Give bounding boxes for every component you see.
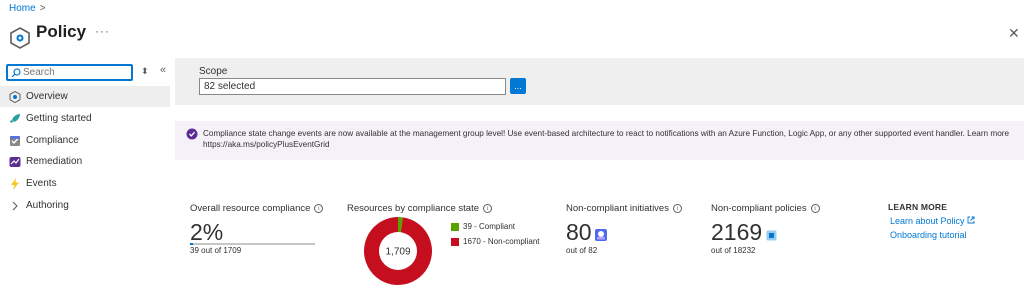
policy-overview-icon	[9, 90, 21, 103]
remediation-icon	[9, 156, 21, 168]
legend-label: 1670 - Non-compliant	[463, 237, 540, 246]
sidebar-search[interactable]	[6, 64, 133, 81]
donut-center-label: 1,709	[385, 247, 410, 258]
compliance-donut-chart[interactable]: 1,709	[363, 216, 433, 286]
lightning-icon	[9, 177, 21, 190]
legend-label: 39 - Compliant	[463, 222, 516, 231]
sidebar-item-label: Remediation	[26, 156, 83, 167]
sidebar-item-authoring[interactable]: Authoring	[0, 195, 170, 216]
legend-swatch	[451, 237, 459, 246]
legend-non-compliant[interactable]: 1670 - Non-compliant	[451, 237, 539, 246]
sidebar-item-compliance[interactable]: Compliance	[0, 130, 170, 151]
event-info-icon	[186, 128, 198, 140]
policies-title: Non-compliant policies i	[711, 203, 820, 214]
close-button[interactable]: ✕	[1008, 25, 1020, 42]
initiatives-title: Non-compliant initiatives i	[566, 203, 682, 214]
policies-value[interactable]: 2169	[711, 219, 762, 246]
sidebar-item-label: Authoring	[26, 200, 69, 211]
sidebar-item-label: Getting started	[26, 113, 92, 124]
scope-label: Scope	[199, 66, 228, 77]
breadcrumb: Home >	[9, 3, 46, 14]
rocket-icon	[9, 113, 21, 125]
collapse-sidebar-icon[interactable]: «	[160, 64, 166, 76]
overall-compliance-sub: 39 out of 1709	[190, 246, 242, 255]
scope-field[interactable]: 82 selected	[199, 78, 506, 95]
chevron-right-icon	[9, 200, 21, 212]
metric-title-text: Resources by compliance state	[347, 203, 480, 214]
sidebar-item-remediation[interactable]: Remediation	[0, 151, 170, 172]
compliance-state-title: Resources by compliance state i	[347, 203, 493, 214]
learn-about-policy-link[interactable]: Learn about Policy	[890, 216, 975, 226]
initiatives-value[interactable]: 80	[566, 219, 592, 246]
metric-title-text: Overall resource compliance	[190, 203, 311, 214]
initiative-icon	[595, 229, 607, 241]
sort-toggle-icon[interactable]: ⬍	[141, 66, 149, 77]
breadcrumb-separator: >	[39, 3, 46, 14]
learn-more-heading: LEARN MORE	[888, 202, 948, 212]
compliance-progress-fill	[190, 243, 193, 245]
scope-picker-button[interactable]: ...	[510, 78, 526, 94]
onboarding-tutorial-link[interactable]: Onboarding tutorial	[890, 230, 967, 240]
sidebar-item-overview[interactable]: Overview	[0, 86, 170, 107]
breadcrumb-home-link[interactable]: Home	[9, 3, 36, 14]
info-icon[interactable]: i	[672, 204, 682, 213]
sidebar-item-label: Compliance	[26, 135, 79, 146]
policy-definition-icon	[766, 230, 777, 241]
metric-title-text: Non-compliant initiatives	[566, 203, 669, 214]
overall-compliance-title: Overall resource compliance i	[190, 203, 324, 214]
search-icon	[11, 67, 21, 77]
policies-sub: out of 18232	[711, 246, 756, 255]
search-input[interactable]	[23, 67, 123, 78]
link-text[interactable]: Learn about Policy	[890, 216, 965, 226]
initiatives-sub: out of 82	[566, 246, 598, 255]
page-title: Policy	[36, 22, 87, 41]
sidebar-item-events[interactable]: Events	[0, 173, 170, 194]
compliance-progress-track	[190, 243, 315, 245]
legend-compliant[interactable]: 39 - Compliant	[451, 222, 515, 231]
overall-compliance-value: 2%	[190, 219, 224, 245]
compliance-icon	[9, 135, 21, 147]
legend-swatch	[451, 222, 459, 231]
sidebar-item-getting-started[interactable]: Getting started	[0, 108, 170, 129]
sidebar-item-label: Overview	[26, 91, 68, 102]
more-options-button[interactable]: ···	[95, 24, 110, 38]
metric-title-text: Non-compliant policies	[711, 203, 807, 214]
info-icon[interactable]: i	[483, 204, 493, 213]
info-icon[interactable]: i	[314, 204, 324, 213]
sidebar-item-label: Events	[26, 178, 57, 189]
info-icon[interactable]: i	[810, 204, 820, 213]
external-link-icon	[967, 216, 975, 224]
policy-logo-icon	[10, 27, 30, 49]
banner-text[interactable]: Compliance state change events are now a…	[203, 128, 1018, 150]
